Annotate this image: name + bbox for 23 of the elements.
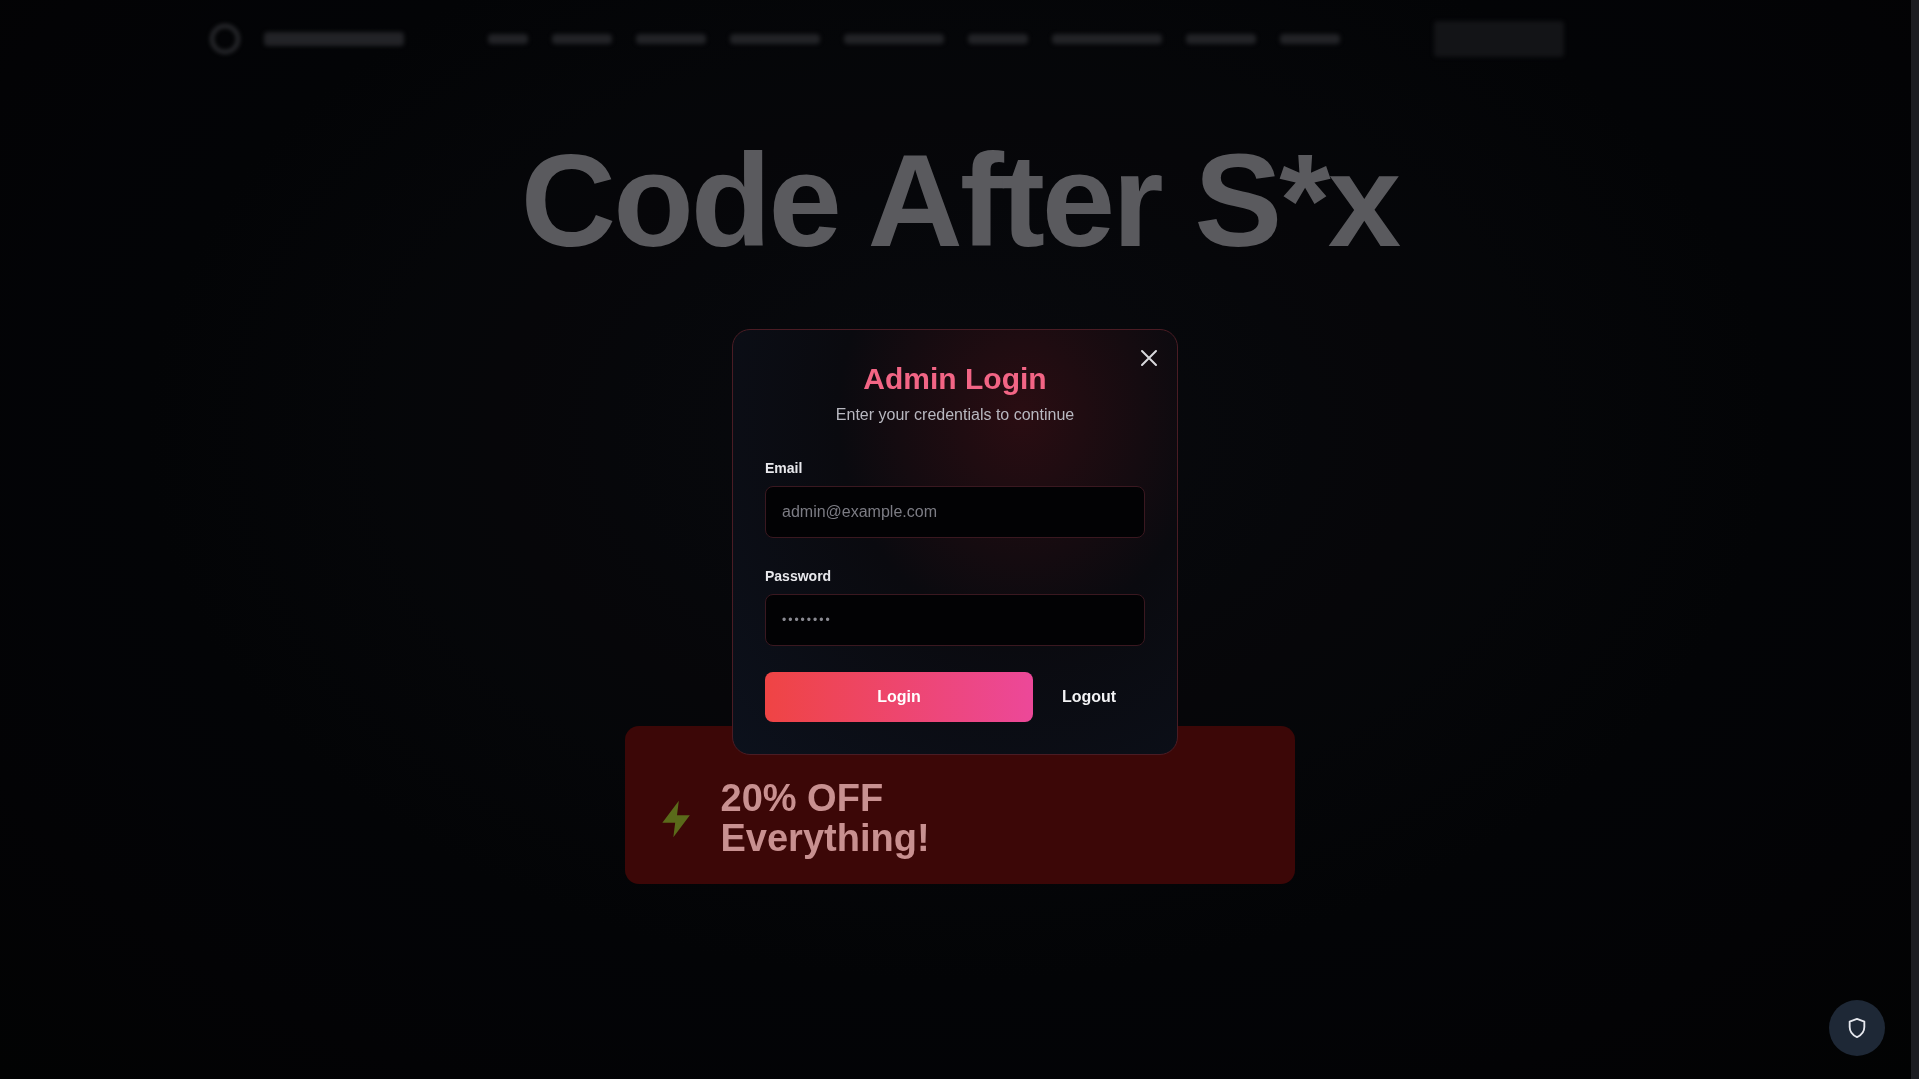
field-label: Email	[765, 460, 803, 476]
login-button[interactable]: Login	[765, 672, 1033, 722]
blurred-nav-item[interactable]	[1052, 34, 1162, 44]
blurred-nav-item[interactable]	[552, 34, 612, 44]
logout-button[interactable]: Logout	[1033, 672, 1145, 722]
email-field[interactable]: admin@example.com	[765, 486, 1145, 538]
blurred-nav-item[interactable]	[488, 34, 528, 44]
blurred-nav-item[interactable]	[1186, 34, 1256, 44]
logo-icon	[210, 24, 240, 54]
blurred-nav-item[interactable]	[968, 34, 1028, 44]
dialog-subtitle: Enter your credentials to continue	[834, 406, 1076, 424]
blurred-nav-item[interactable]	[1280, 34, 1340, 44]
shield-button[interactable]	[1829, 1000, 1885, 1056]
dialog-title: Admin Login	[862, 362, 1048, 396]
hero-title: Code After S*x	[520, 128, 1399, 274]
blurred-nav-item[interactable]	[636, 34, 706, 44]
close-icon	[1140, 349, 1158, 367]
blurred-nav-item[interactable]	[730, 34, 820, 44]
field-label: Password	[765, 568, 832, 584]
password-field[interactable]: ••••••••	[765, 594, 1145, 646]
shield-icon	[1846, 1017, 1868, 1039]
scroll-bar[interactable]	[1911, 0, 1919, 1079]
blurred-nav-item[interactable]	[844, 34, 944, 44]
